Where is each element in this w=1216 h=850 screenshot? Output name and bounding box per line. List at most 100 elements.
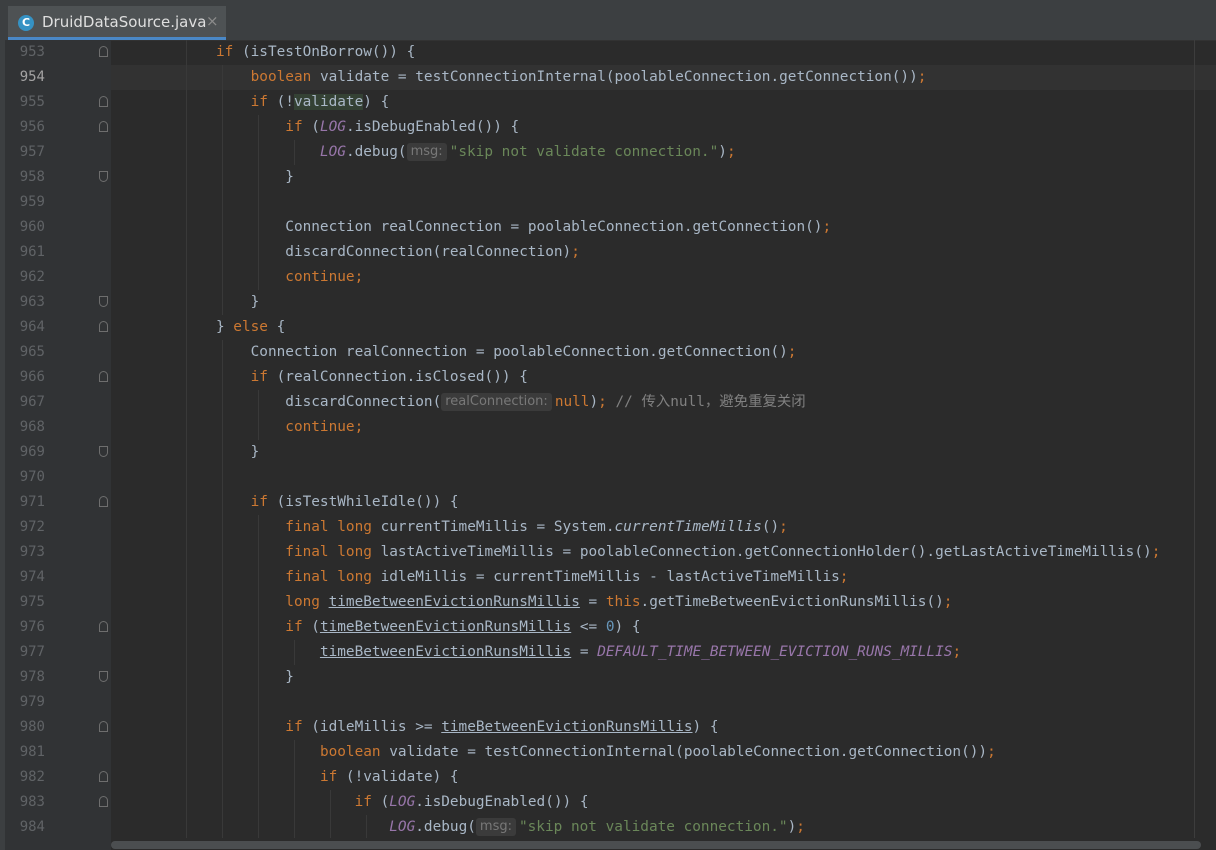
fold-start-icon[interactable]: [99, 721, 108, 732]
fold-end-icon[interactable]: [99, 671, 108, 682]
code-token: }: [112, 444, 260, 460]
code-line[interactable]: 967 discardConnection(realConnection: nul…: [0, 390, 1216, 415]
code-token: DEFAULT_TIME_BETWEEN_EVICTION_RUNS_MILLI…: [597, 644, 953, 660]
fold-start-icon[interactable]: [99, 496, 108, 507]
code-line[interactable]: 978 }: [0, 665, 1216, 690]
code-line[interactable]: 953 if (isTestOnBorrow()) {: [0, 40, 1216, 65]
code-token: validate = testConnectionInternal(poolab…: [380, 744, 988, 760]
code-text: boolean validate = testConnectionInterna…: [112, 740, 996, 765]
fold-end-icon[interactable]: [99, 171, 108, 182]
code-token: if: [250, 369, 268, 385]
code-line[interactable]: 963 }: [0, 290, 1216, 315]
code-token: (!: [267, 94, 294, 110]
code-token: currentTimeMillis = System.: [371, 519, 615, 535]
fold-start-icon[interactable]: [99, 796, 108, 807]
tab-label: DruidDataSource.java: [42, 13, 207, 31]
code-line[interactable]: 956 if (LOG.isDebugEnabled()) {: [0, 115, 1216, 140]
code-line[interactable]: 970: [0, 465, 1216, 490]
code-line[interactable]: 964 } else {: [0, 315, 1216, 340]
code-line[interactable]: 957 LOG.debug(msg: "skip not validate con…: [0, 140, 1216, 165]
code-line[interactable]: 976 if (timeBetweenEvictionRunsMillis <=…: [0, 615, 1216, 640]
code-token: LOG: [389, 819, 416, 835]
fold-start-icon[interactable]: [99, 771, 108, 782]
code-text: boolean validate = testConnectionInterna…: [112, 65, 927, 90]
code-token: ;: [917, 69, 927, 85]
code-line[interactable]: 973 final long lastActiveTimeMillis = po…: [0, 540, 1216, 565]
fold-start-icon[interactable]: [99, 621, 108, 632]
code-line[interactable]: 958 }: [0, 165, 1216, 190]
code-text: }: [112, 165, 294, 190]
line-number: 972: [19, 519, 45, 535]
code-token: timeBetweenEvictionRunsMillis: [319, 644, 572, 660]
code-line[interactable]: 972 final long currentTimeMillis = Syste…: [0, 515, 1216, 540]
code-text: timeBetweenEvictionRunsMillis = DEFAULT_…: [112, 640, 961, 665]
code-token: =: [579, 594, 606, 610]
code-line[interactable]: 955 if (!validate) {: [0, 90, 1216, 115]
code-token: idleMillis = currentTimeMillis - lastAct…: [371, 569, 840, 585]
horizontal-scrollbar[interactable]: [111, 838, 1216, 850]
code-line[interactable]: 983 if (LOG.isDebugEnabled()) {: [0, 790, 1216, 815]
code-token: LOG: [319, 119, 346, 135]
code-line[interactable]: 975 long timeBetweenEvictionRunsMillis =…: [0, 590, 1216, 615]
code-token: continue;: [285, 269, 364, 285]
code-text: final long idleMillis = currentTimeMilli…: [112, 565, 848, 590]
code-line[interactable]: 966 if (realConnection.isClosed()) {: [0, 365, 1216, 390]
code-token: discardConnection(: [112, 394, 442, 410]
code-token: =: [571, 644, 598, 660]
code-line[interactable]: 971 if (isTestWhileIdle()) {: [0, 490, 1216, 515]
code-token: (: [302, 119, 320, 135]
fold-end-icon[interactable]: [99, 296, 108, 307]
code-line[interactable]: 980 if (idleMillis >= timeBetweenEvictio…: [0, 715, 1216, 740]
fold-end-icon[interactable]: [99, 446, 108, 457]
code-token: }: [112, 294, 260, 310]
code-line[interactable]: 959: [0, 190, 1216, 215]
code-line[interactable]: 974 final long idleMillis = currentTimeM…: [0, 565, 1216, 590]
line-number: 968: [19, 419, 45, 435]
code-token: "skip not validate connection.": [518, 819, 788, 835]
code-text: LOG.debug(msg: "skip not validate connect…: [112, 815, 805, 840]
code-token: validate = testConnectionInternal(poolab…: [311, 69, 918, 85]
code-line[interactable]: 969 }: [0, 440, 1216, 465]
code-token: ;: [571, 244, 580, 260]
code-line[interactable]: 962 continue;: [0, 265, 1216, 290]
code-token: ): [589, 394, 599, 410]
parameter-hint: realConnection:: [441, 393, 552, 411]
code-token: timeBetweenEvictionRunsMillis: [328, 594, 580, 610]
code-token: ;: [839, 569, 849, 585]
code-line[interactable]: 984 LOG.debug(msg: "skip not validate con…: [0, 815, 1216, 840]
horizontal-scrollbar-thumb[interactable]: [111, 841, 1201, 849]
fold-start-icon[interactable]: [99, 371, 108, 382]
fold-start-icon[interactable]: [99, 96, 108, 107]
code-line[interactable]: 979: [0, 690, 1216, 715]
code-token: continue;: [285, 419, 364, 435]
code-line[interactable]: 968 continue;: [0, 415, 1216, 440]
editor-tab-druiddatasource[interactable]: C DruidDataSource.java ×: [8, 6, 226, 40]
line-number: 979: [19, 694, 45, 710]
fold-start-icon[interactable]: [99, 121, 108, 132]
fold-start-icon[interactable]: [99, 46, 108, 57]
code-line[interactable]: 961 discardConnection(realConnection);: [0, 240, 1216, 265]
line-number: 962: [19, 269, 45, 285]
code-line[interactable]: 981 boolean validate = testConnectionInt…: [0, 740, 1216, 765]
code-line[interactable]: 954 boolean validate = testConnectionInt…: [0, 65, 1216, 90]
fold-start-icon[interactable]: [99, 321, 108, 332]
code-token: {: [267, 319, 286, 335]
code-token: if: [285, 619, 303, 635]
code-line[interactable]: 982 if (!validate) {: [0, 765, 1216, 790]
close-icon[interactable]: ×: [206, 12, 219, 30]
line-number: 966: [19, 369, 45, 385]
code-line[interactable]: 965 Connection realConnection = poolable…: [0, 340, 1216, 365]
code-line[interactable]: 960 Connection realConnection = poolable…: [0, 215, 1216, 240]
line-number: 967: [19, 394, 45, 410]
code-line[interactable]: 977 timeBetweenEvictionRunsMillis = DEFA…: [0, 640, 1216, 665]
